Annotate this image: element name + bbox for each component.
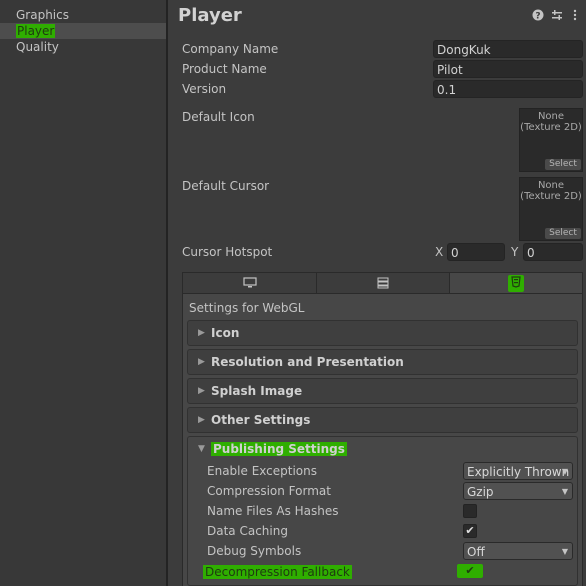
caret-down-icon: ▼	[561, 487, 568, 496]
default-cursor-label: Default Cursor	[182, 179, 270, 193]
triangle-right-icon: ▶	[198, 357, 205, 367]
hotspot-x-field[interactable]: 0	[447, 243, 505, 261]
version-field[interactable]: 0.1	[433, 80, 583, 98]
sidebar-item-quality[interactable]: Quality	[0, 39, 166, 55]
settings-sidebar: Graphics Player Quality	[0, 0, 166, 586]
desktop-monitor-icon	[242, 277, 257, 288]
enable-exceptions-dropdown[interactable]: Explicitly Thrown ▼	[463, 462, 573, 480]
foldout-other-settings[interactable]: ▶ Other Settings	[187, 407, 578, 433]
product-name-label: Product Name	[182, 62, 267, 76]
debug-symbols-dropdown[interactable]: Off ▼	[463, 542, 573, 560]
data-caching-checkbox[interactable]: ✔	[463, 524, 477, 538]
svg-text:?: ?	[535, 12, 540, 22]
default-icon-label: Default Icon	[182, 110, 255, 124]
compression-format-label: Compression Format	[207, 484, 331, 498]
tab-server[interactable]	[317, 273, 450, 293]
select-button[interactable]: Select	[545, 228, 581, 239]
enable-exceptions-label: Enable Exceptions	[207, 464, 317, 478]
data-caching-label: Data Caching	[207, 524, 288, 538]
page-title: Player	[178, 5, 242, 26]
texture-slot-text: None (Texture 2D)	[520, 180, 582, 202]
sidebar-item-label: Quality	[16, 40, 59, 54]
texture-slot-text: None (Texture 2D)	[520, 111, 582, 133]
foldout-title: Icon	[211, 326, 240, 340]
triangle-right-icon: ▶	[198, 328, 205, 338]
company-name-label: Company Name	[182, 42, 279, 56]
decompression-fallback-label: Decompression Fallback	[203, 563, 352, 581]
checkmark-icon: ✔	[465, 524, 475, 537]
debug-symbols-label: Debug Symbols	[207, 544, 302, 558]
cursor-hotspot-label: Cursor Hotspot	[182, 245, 273, 259]
hotspot-y-label: Y	[511, 245, 519, 259]
foldout-icon[interactable]: ▶ Icon	[187, 320, 578, 346]
version-label: Version	[182, 82, 227, 96]
decompression-fallback-text: Decompression Fallback	[203, 565, 352, 579]
sidebar-item-label: Graphics	[16, 8, 69, 22]
product-name-field[interactable]: Pilot	[433, 60, 583, 78]
dropdown-value: Explicitly Thrown	[467, 465, 570, 479]
texture-type-label: (Texture 2D)	[520, 122, 582, 133]
default-icon-slot[interactable]: None (Texture 2D) Select	[519, 108, 583, 172]
name-files-as-hashes-label: Name Files As Hashes	[207, 504, 339, 518]
server-icon	[377, 277, 389, 289]
company-name-field[interactable]: DongKuk	[433, 40, 583, 58]
hotspot-x-label: X	[435, 245, 444, 259]
triangle-right-icon: ▶	[198, 415, 205, 425]
select-button[interactable]: Select	[545, 159, 581, 170]
compression-format-dropdown[interactable]: Gzip ▼	[463, 482, 573, 500]
platform-tab-bar	[182, 272, 583, 294]
tab-webgl[interactable]	[450, 273, 582, 293]
texture-none-label: None	[537, 111, 565, 122]
foldout-title: Other Settings	[211, 413, 311, 427]
sidebar-item-label: Player	[16, 24, 56, 38]
foldout-title: Publishing Settings	[211, 442, 347, 456]
texture-none-label: None	[537, 180, 565, 191]
checkmark-icon: ✔	[465, 564, 475, 577]
foldout-title: Resolution and Presentation	[211, 355, 404, 369]
tab-standalone[interactable]	[183, 273, 317, 293]
name-files-as-hashes-checkbox[interactable]	[463, 504, 477, 518]
settings-for-label: Settings for WebGL	[189, 301, 305, 315]
caret-down-icon: ▼	[561, 467, 568, 476]
sidebar-item-graphics[interactable]: Graphics	[0, 7, 166, 23]
more-options-icon[interactable]	[568, 9, 582, 23]
dropdown-value: Off	[467, 545, 485, 559]
hotspot-y-field[interactable]: 0	[523, 243, 583, 261]
html5-webgl-icon	[508, 275, 524, 292]
foldout-title: Splash Image	[211, 384, 303, 398]
help-icon[interactable]: ?	[531, 9, 545, 23]
decompression-fallback-checkbox[interactable]: ✔	[457, 564, 483, 578]
foldout-splash-image[interactable]: ▶ Splash Image	[187, 378, 578, 404]
caret-down-icon: ▼	[561, 547, 568, 556]
foldout-resolution[interactable]: ▶ Resolution and Presentation	[187, 349, 578, 375]
sidebar-item-player[interactable]: Player	[0, 23, 166, 39]
settings-sliders-icon[interactable]	[550, 9, 564, 23]
triangle-down-icon: ▼	[198, 444, 205, 454]
texture-type-label: (Texture 2D)	[520, 191, 582, 202]
dropdown-value: Gzip	[467, 485, 494, 499]
triangle-right-icon: ▶	[198, 386, 205, 396]
default-cursor-slot[interactable]: None (Texture 2D) Select	[519, 177, 583, 241]
